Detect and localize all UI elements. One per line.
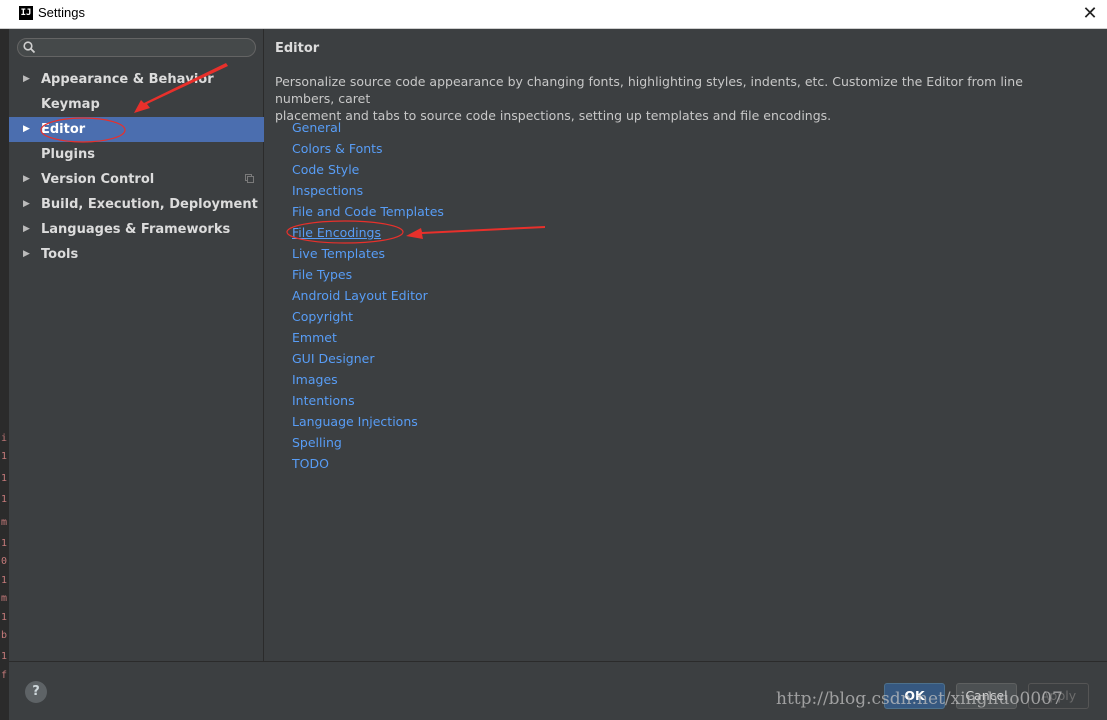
link-images[interactable]: Images: [292, 369, 444, 390]
settings-sidebar: ▶ Appearance & Behavior Keymap ▶ Editor Plugi…: [9, 29, 264, 661]
link-code-style[interactable]: Code Style: [292, 159, 444, 180]
link-copyright[interactable]: Copyright: [292, 306, 444, 327]
link-gui-designer[interactable]: GUI Designer: [292, 348, 444, 369]
background-code-char: m: [1, 517, 8, 528]
background-code-char: b: [1, 630, 8, 641]
expand-arrow-icon[interactable]: ▶: [23, 242, 30, 267]
link-colors-fonts[interactable]: Colors & Fonts: [292, 138, 444, 159]
background-code-char: 1: [1, 451, 8, 462]
background-code-char: 1: [1, 473, 8, 484]
sidebar-item-tools[interactable]: ▶ Tools: [9, 242, 264, 267]
sidebar-item-label: Plugins: [41, 147, 95, 162]
background-code-char: 1: [1, 612, 8, 623]
search-icon: [23, 41, 36, 54]
sidebar-item-label: Build, Execution, Deployment: [41, 197, 258, 212]
window-title: Settings: [38, 5, 85, 20]
background-code-char: 0: [1, 556, 8, 567]
sidebar-item-label: Languages & Frameworks: [41, 222, 231, 237]
link-general[interactable]: General: [292, 117, 444, 138]
editor-subsection-links: General Colors & Fonts Code Style Inspectio…: [292, 117, 444, 474]
link-file-and-code-templates[interactable]: File and Code Templates: [292, 201, 444, 222]
expand-arrow-icon[interactable]: ▶: [23, 192, 30, 217]
expand-arrow-icon[interactable]: ▶: [23, 217, 30, 242]
page-title: Editor: [275, 41, 320, 56]
description-line: Personalize source code appearance by ch…: [275, 74, 1023, 106]
link-spelling[interactable]: Spelling: [292, 432, 444, 453]
background-code-char: m: [1, 593, 8, 604]
project-settings-icon: [245, 174, 254, 183]
sidebar-item-appearance-behavior[interactable]: ▶ Appearance & Behavior: [9, 67, 264, 92]
close-button[interactable]: ✕: [1073, 0, 1107, 28]
background-code-char: 1: [1, 575, 8, 586]
background-code-char: 1: [1, 651, 8, 662]
sidebar-item-label: Editor: [41, 122, 86, 137]
sidebar-item-label: Appearance & Behavior: [41, 72, 214, 87]
background-code-char: 1: [1, 538, 8, 549]
background-editor-strip: i 1 1 1 m 1 0 1 m 1 b 1 f: [0, 29, 9, 720]
link-file-types[interactable]: File Types: [292, 264, 444, 285]
search-input[interactable]: [17, 38, 256, 57]
watermark-text: http://blog.csdn.net/xinghuo0007: [776, 689, 1063, 709]
window-titlebar: IJ Settings ✕: [0, 0, 1107, 29]
sidebar-item-build-execution-deployment[interactable]: ▶ Build, Execution, Deployment: [9, 192, 264, 217]
expand-arrow-icon[interactable]: ▶: [23, 67, 30, 92]
editor-settings-panel: Editor Personalize source code appearanc…: [265, 29, 1107, 661]
link-file-encodings[interactable]: File Encodings: [292, 222, 444, 243]
sidebar-item-label: Tools: [41, 247, 79, 262]
expand-arrow-icon[interactable]: ▶: [23, 167, 30, 192]
expand-arrow-icon[interactable]: ▶: [23, 117, 30, 142]
help-icon[interactable]: ?: [25, 681, 47, 703]
intellij-idea-icon: IJ: [19, 6, 33, 20]
link-inspections[interactable]: Inspections: [292, 180, 444, 201]
sidebar-item-editor[interactable]: ▶ Editor: [9, 117, 264, 142]
sidebar-item-languages-frameworks[interactable]: ▶ Languages & Frameworks: [9, 217, 264, 242]
link-todo[interactable]: TODO: [292, 453, 444, 474]
background-code-char: f: [1, 670, 8, 681]
link-intentions[interactable]: Intentions: [292, 390, 444, 411]
background-code-char: i: [1, 433, 8, 444]
background-code-char: 1: [1, 494, 8, 505]
sidebar-item-version-control[interactable]: ▶ Version Control: [9, 167, 264, 192]
sidebar-item-label: Keymap: [41, 97, 100, 112]
link-emmet[interactable]: Emmet: [292, 327, 444, 348]
sidebar-item-keymap[interactable]: Keymap: [9, 92, 264, 117]
sidebar-item-plugins[interactable]: Plugins: [9, 142, 264, 167]
sidebar-item-label: Version Control: [41, 172, 155, 187]
link-live-templates[interactable]: Live Templates: [292, 243, 444, 264]
link-language-injections[interactable]: Language Injections: [292, 411, 444, 432]
link-android-layout-editor[interactable]: Android Layout Editor: [292, 285, 444, 306]
